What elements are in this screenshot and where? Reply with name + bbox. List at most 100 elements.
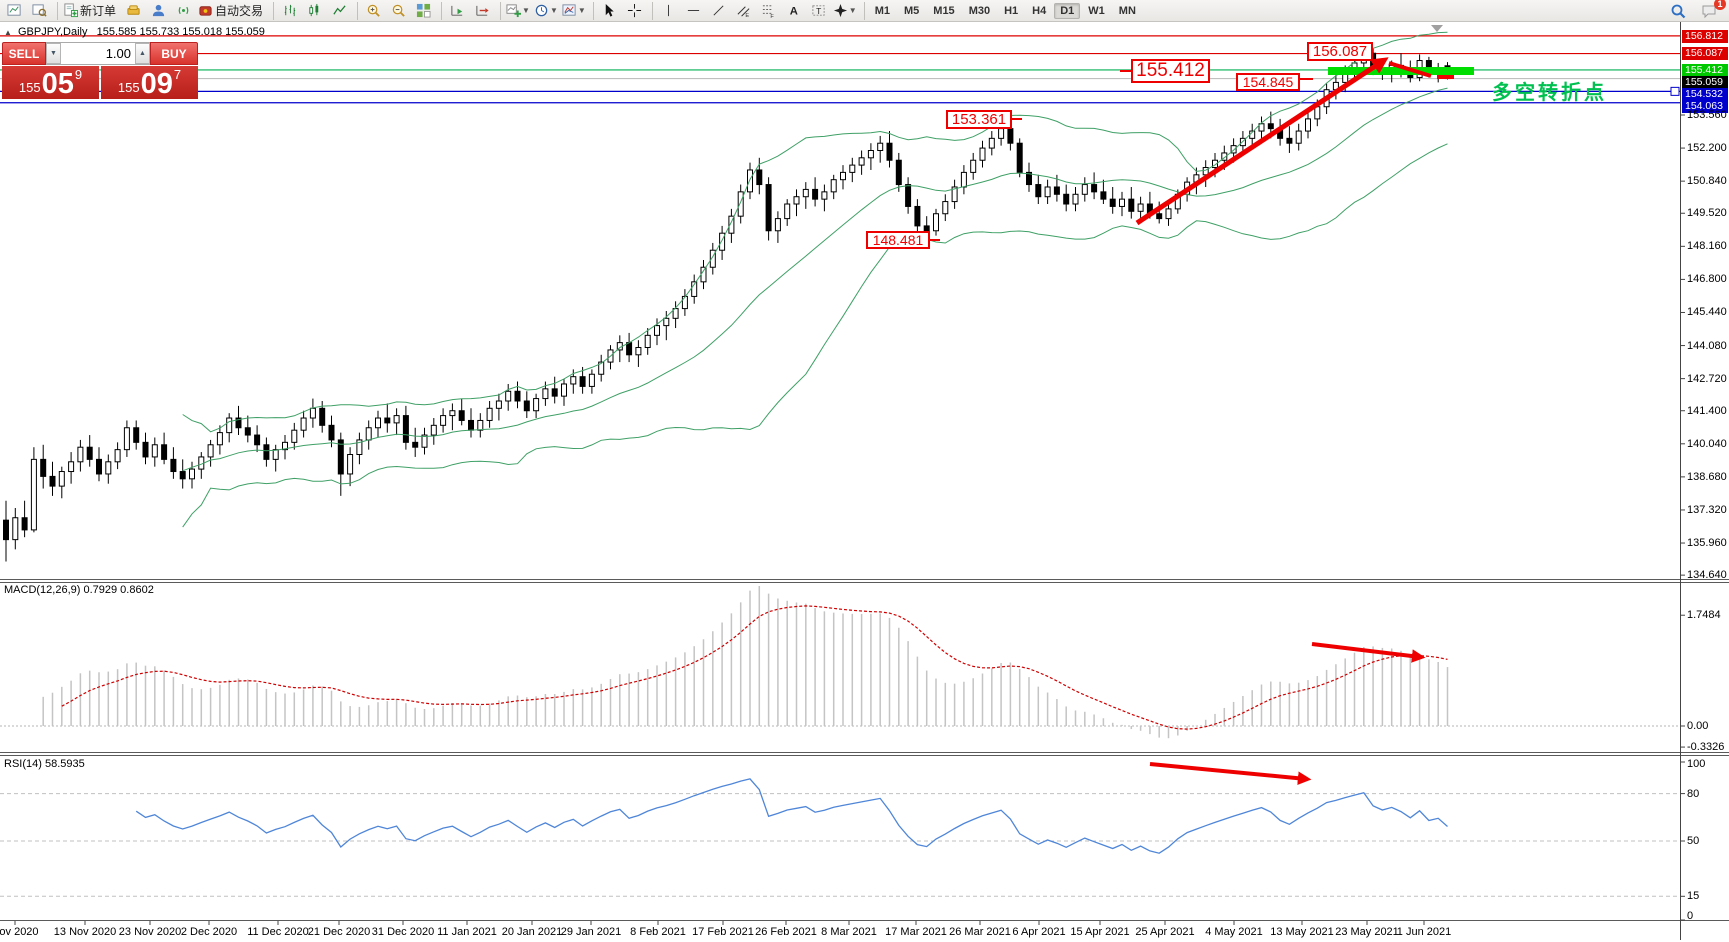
vertical-line-tool-icon[interactable] — [656, 1, 681, 21]
horizontal-line-tool-icon[interactable] — [681, 1, 706, 21]
zoom-out-icon[interactable] — [386, 1, 411, 21]
signal-icon[interactable] — [171, 1, 196, 21]
date-axis-label[interactable]: 2 Dec 2020 — [181, 926, 237, 938]
price-axis-label[interactable]: 145.440 — [1687, 306, 1727, 318]
timeframe-mn-button[interactable]: MN — [1113, 3, 1142, 19]
autotrade-button[interactable]: 自动交易 — [196, 1, 268, 21]
chart-window[interactable]: ▲ GBPJPY,Daily 155.585 155.733 155.018 1… — [0, 0, 1729, 942]
date-axis-label[interactable]: 26 Feb 2021 — [755, 926, 817, 938]
date-axis-label[interactable]: 23 May 2021 — [1335, 926, 1399, 938]
timeframe-h4-button[interactable]: H4 — [1026, 3, 1052, 19]
volume-input[interactable]: 1.00 — [61, 43, 135, 64]
price-annotation-box[interactable]: 155.412 — [1131, 59, 1210, 83]
zoom-in-icon[interactable] — [361, 1, 386, 21]
date-axis-label[interactable]: 31 Dec 2020 — [372, 926, 434, 938]
price-annotation-box[interactable]: 156.087 — [1307, 42, 1373, 61]
price-axis-label[interactable]: 150.840 — [1687, 175, 1727, 187]
date-axis-label[interactable]: 13 Nov 2020 — [54, 926, 116, 938]
price-axis-label[interactable]: 140.040 — [1687, 438, 1727, 450]
macd-axis-label[interactable]: 0.00 — [1687, 720, 1708, 732]
text-label-tool-icon[interactable]: T — [806, 1, 831, 21]
candlestick-chart-icon[interactable] — [302, 1, 327, 21]
price-axis-label[interactable]: 138.680 — [1687, 471, 1727, 483]
date-axis-label[interactable]: 11 Dec 2020 — [247, 926, 309, 938]
rsi-axis-label[interactable]: 50 — [1687, 835, 1699, 847]
date-axis-label[interactable]: 26 Mar 2021 — [949, 926, 1011, 938]
date-axis-label[interactable]: 29 Jan 2021 — [561, 926, 622, 938]
macd-axis-label[interactable]: -0.3326 — [1687, 741, 1724, 753]
price-annotation-box[interactable]: 148.481 — [866, 231, 930, 249]
price-axis-label[interactable]: 137.320 — [1687, 504, 1727, 516]
price-axis-label[interactable]: 153.560 — [1687, 109, 1727, 121]
cursor-icon[interactable] — [597, 1, 622, 21]
add-indicator-button[interactable]: ▼ — [504, 1, 532, 21]
bar-chart-icon[interactable] — [277, 1, 302, 21]
chart-shift-icon[interactable] — [470, 1, 495, 21]
date-axis-label[interactable]: 1 Jun 2021 — [1397, 926, 1451, 938]
timeframe-d1-button[interactable]: D1 — [1054, 3, 1080, 19]
text-tool-icon[interactable]: A — [781, 1, 806, 21]
date-axis-label[interactable]: 4 May 2021 — [1205, 926, 1262, 938]
date-axis-label[interactable]: 23 Nov 2020 — [119, 926, 181, 938]
sell-button[interactable]: SELL — [2, 42, 46, 65]
price-axis-label[interactable]: 152.200 — [1687, 142, 1727, 154]
fibonacci-tool-icon[interactable]: F — [756, 1, 781, 21]
date-axis-label[interactable]: 17 Feb 2021 — [692, 926, 754, 938]
macd-axis-label[interactable]: 1.7484 — [1687, 609, 1721, 621]
rsi-axis-label[interactable]: 15 — [1687, 890, 1699, 902]
date-axis-label[interactable]: 6 Apr 2021 — [1012, 926, 1065, 938]
volume-up-button[interactable]: ▲ — [135, 43, 150, 64]
chart-canvas[interactable] — [0, 0, 1729, 942]
market-icon[interactable] — [121, 1, 146, 21]
notifications-button[interactable]: 1 — [1696, 1, 1721, 21]
date-axis-label[interactable]: 11 Jan 2021 — [437, 926, 497, 938]
search-icon[interactable] — [1665, 1, 1690, 21]
date-axis-label[interactable]: Nov 2020 — [0, 926, 39, 938]
template-button[interactable]: ▼ — [560, 1, 588, 21]
buy-button[interactable]: BUY — [150, 42, 198, 65]
rsi-axis-label[interactable]: 100 — [1687, 758, 1705, 770]
volume-down-button[interactable]: ▼ — [46, 43, 61, 64]
crosshair-icon[interactable] — [622, 1, 647, 21]
price-axis-label[interactable]: 134.640 — [1687, 569, 1727, 581]
price-axis-label[interactable]: 142.720 — [1687, 373, 1727, 385]
date-axis-label[interactable]: 8 Feb 2021 — [630, 926, 686, 938]
timeframe-m1-button[interactable]: M1 — [869, 3, 896, 19]
shapes-tool-icon[interactable]: ▼ — [831, 1, 859, 21]
buy-price-display[interactable]: 155 09 7 — [101, 66, 198, 99]
sell-price-display[interactable]: 155 05 9 — [2, 66, 99, 99]
one-click-trading-panel[interactable]: SELL ▼ 1.00 ▲ BUY 155 05 9 155 09 7 — [2, 42, 198, 99]
timeframe-m30-button[interactable]: M30 — [963, 3, 996, 19]
date-axis-label[interactable]: 15 Apr 2021 — [1070, 926, 1129, 938]
date-axis-label[interactable]: 17 Mar 2021 — [885, 926, 947, 938]
timeframe-h1-button[interactable]: H1 — [998, 3, 1024, 19]
date-axis-label[interactable]: 13 May 2021 — [1270, 926, 1334, 938]
community-icon[interactable] — [146, 1, 171, 21]
price-annotation-box[interactable]: 153.361 — [946, 110, 1012, 129]
rsi-axis-label[interactable]: 80 — [1687, 788, 1699, 800]
chart-profile-icon[interactable] — [27, 1, 52, 21]
price-axis-label[interactable]: 149.520 — [1687, 207, 1727, 219]
price-annotation-box[interactable]: 154.845 — [1236, 73, 1300, 91]
price-axis-label[interactable]: 135.960 — [1687, 537, 1727, 549]
chart-window-icon[interactable] — [2, 1, 27, 21]
period-clock-button[interactable]: ▼ — [532, 1, 560, 21]
date-axis-label[interactable]: 25 Apr 2021 — [1135, 926, 1194, 938]
timeframe-m15-button[interactable]: M15 — [927, 3, 960, 19]
channel-tool-icon[interactable]: E — [731, 1, 756, 21]
trend-annotation-text[interactable]: 多空转折点 — [1492, 76, 1607, 105]
new-order-button[interactable]: 新订单 — [61, 1, 121, 21]
auto-arrange-icon[interactable] — [445, 1, 470, 21]
price-axis-label[interactable]: 146.800 — [1687, 273, 1727, 285]
collapse-arrow-icon[interactable]: ▲ — [4, 28, 12, 37]
timeframe-w1-button[interactable]: W1 — [1082, 3, 1111, 19]
price-axis-label[interactable]: 141.400 — [1687, 405, 1727, 417]
date-axis-label[interactable]: 8 Mar 2021 — [821, 926, 877, 938]
tile-windows-icon[interactable] — [411, 1, 436, 21]
timeframe-m5-button[interactable]: M5 — [898, 3, 925, 19]
rsi-axis-label[interactable]: 0 — [1687, 910, 1693, 922]
line-chart-icon[interactable] — [327, 1, 352, 21]
trendline-tool-icon[interactable] — [706, 1, 731, 21]
date-axis-label[interactable]: 21 Dec 2020 — [308, 926, 370, 938]
price-axis-label[interactable]: 144.080 — [1687, 340, 1727, 352]
